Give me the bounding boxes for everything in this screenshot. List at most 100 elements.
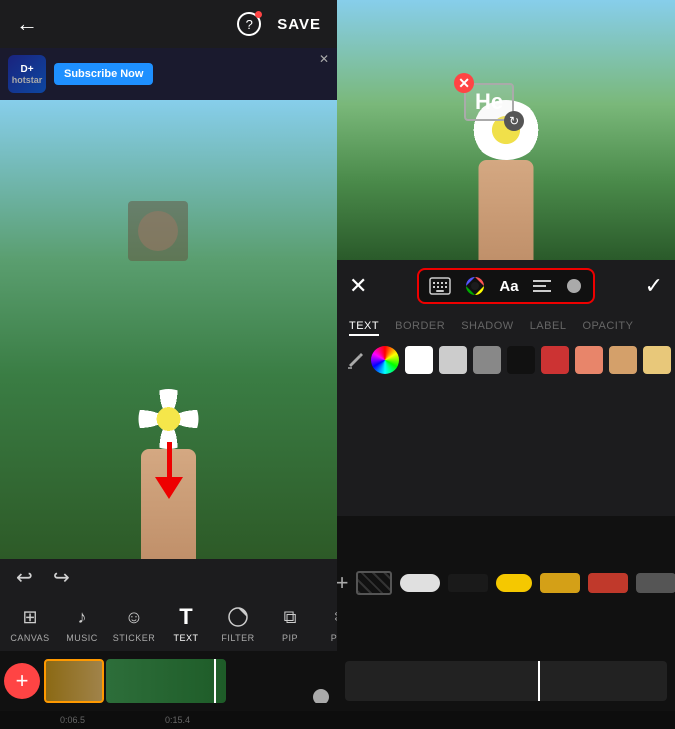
tool-sticker[interactable]: ☺ STICKER: [108, 604, 160, 643]
color-light-gray[interactable]: [439, 346, 467, 374]
ad-banner: D+ hotstar Subscribe Now ✕: [0, 48, 337, 100]
keyboard-button[interactable]: [429, 277, 451, 295]
canvas-icon: ⊞: [17, 604, 43, 630]
color-white[interactable]: [405, 346, 433, 374]
more-icon: ✂: [329, 604, 337, 630]
right-video-area: ✕ He ↻: [337, 0, 675, 260]
ad-close-buttons[interactable]: ✕: [319, 52, 329, 66]
video-background: [0, 100, 337, 559]
align-button[interactable]: [533, 279, 551, 293]
right-timeline-track: [345, 661, 667, 701]
tool-filter[interactable]: FILTER: [212, 604, 264, 643]
shape-rect-yellow[interactable]: [540, 573, 580, 593]
shape-none-box: [356, 571, 392, 595]
more-label: PR...: [331, 633, 337, 643]
color-wheel-button[interactable]: [465, 276, 485, 296]
shape-rect-dark[interactable]: [448, 574, 488, 592]
tab-shadow[interactable]: SHADOW: [461, 320, 514, 336]
color-black[interactable]: [507, 346, 535, 374]
shape-rect-yellow-box: [540, 573, 580, 593]
tab-text[interactable]: TEXT: [349, 320, 379, 336]
clip-1[interactable]: [44, 659, 104, 703]
video-area: [0, 100, 337, 559]
tab-opacity[interactable]: OPACITY: [582, 320, 633, 336]
tab-label[interactable]: LABEL: [530, 320, 567, 336]
color-rainbow[interactable]: [371, 346, 399, 374]
undo-button[interactable]: ↩: [16, 565, 33, 590]
bottom-shape-row: +: [337, 516, 675, 652]
tool-more[interactable]: ✂ PR...: [316, 604, 337, 643]
disney-logo: D+ hotstar: [8, 55, 46, 93]
text-content: He: [475, 89, 503, 115]
right-panel: ✕ He ↻ ✕: [337, 0, 675, 729]
back-button[interactable]: ←: [16, 11, 38, 37]
help-button[interactable]: ?: [237, 12, 261, 36]
music-label: MUSIC: [66, 633, 98, 643]
undo-redo-bar: ↩ ↩: [0, 559, 337, 596]
text-element: ✕ He ↻: [464, 83, 514, 121]
shape-none[interactable]: [356, 571, 392, 595]
text-rotate-button[interactable]: ↻: [504, 111, 524, 131]
sub-tabs: TEXT BORDER SHADOW LABEL OPACITY: [337, 312, 675, 340]
shape-rect-red-box: [588, 573, 628, 593]
filter-icon: [225, 604, 251, 630]
color-gray[interactable]: [473, 346, 501, 374]
text-label: TEXT: [173, 633, 198, 643]
add-clip-button[interactable]: +: [4, 663, 40, 699]
shape-pill-yellow[interactable]: [496, 574, 532, 592]
text-delete-button[interactable]: ✕: [454, 73, 474, 93]
overlay-circle: [138, 211, 178, 251]
canvas-label: CANVAS: [10, 633, 49, 643]
shape-pill-white-box: [400, 574, 440, 592]
color-peach[interactable]: [609, 346, 637, 374]
subscribe-button[interactable]: Subscribe Now: [54, 63, 153, 85]
timeline-area: +: [0, 651, 337, 711]
bottom-toolbar: ⊞ CANVAS ♪ MUSIC ☺ STICKER T TEXT FILTER…: [0, 596, 337, 651]
filter-label: FILTER: [221, 633, 254, 643]
sticker-label: STICKER: [113, 633, 156, 643]
redo-button[interactable]: ↩: [53, 565, 70, 590]
tool-canvas[interactable]: ⊞ CANVAS: [4, 604, 56, 643]
shape-rect-red[interactable]: [588, 573, 628, 593]
help-dot: [255, 11, 262, 18]
edit-toolbar: Aa: [417, 268, 594, 304]
style-button[interactable]: [565, 277, 583, 295]
sticker-icon: ☺: [121, 604, 147, 630]
tool-text[interactable]: T TEXT: [160, 604, 212, 643]
time-labels: 0:06.5 0:15.4: [0, 711, 337, 729]
tab-border[interactable]: BORDER: [395, 320, 445, 336]
timeline-marker: [214, 659, 216, 703]
top-bar: ← ? SAVE: [0, 0, 337, 48]
pip-label: PIP: [282, 633, 298, 643]
left-panel: ← ? SAVE D+ hotstar Subscribe Now ✕: [0, 0, 337, 729]
color-row: [337, 340, 675, 380]
add-shape-button[interactable]: +: [336, 568, 349, 598]
text-icon: T: [173, 604, 199, 630]
color-salmon[interactable]: [575, 346, 603, 374]
shape-rect-gray-box: [636, 573, 675, 593]
ad-close-icon[interactable]: ✕: [319, 52, 329, 66]
tool-music[interactable]: ♪ MUSIC: [56, 604, 108, 643]
timeline-clips: [44, 659, 333, 703]
tool-pip[interactable]: ⧉ PIP: [264, 604, 316, 643]
right-controls-bar: ✕: [337, 260, 675, 312]
confirm-edit-button[interactable]: ✓: [645, 273, 663, 299]
music-icon: ♪: [69, 604, 95, 630]
overlay-card: [128, 201, 188, 261]
save-button[interactable]: SAVE: [277, 16, 321, 33]
pip-icon: ⧉: [277, 604, 303, 630]
color-edit-icon[interactable]: [347, 347, 365, 373]
right-timeline-marker: [538, 661, 540, 701]
close-edit-button[interactable]: ✕: [349, 273, 367, 299]
clip-end-handle[interactable]: [313, 689, 329, 703]
hotstar-text: hotstar: [12, 75, 43, 85]
shape-pill-white[interactable]: [400, 574, 440, 592]
color-red[interactable]: [541, 346, 569, 374]
shape-rect-gray[interactable]: [636, 573, 675, 593]
right-timeline: [337, 651, 675, 711]
shape-rect-dark-box: [448, 574, 488, 592]
color-yellow[interactable]: [643, 346, 671, 374]
time-end: 0:15.4: [165, 715, 190, 725]
font-button[interactable]: Aa: [499, 278, 518, 295]
clip-2[interactable]: [106, 659, 226, 703]
